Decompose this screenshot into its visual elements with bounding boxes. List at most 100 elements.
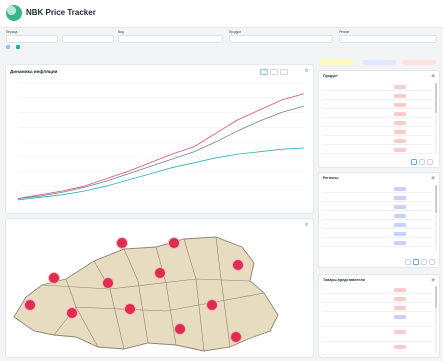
list-item-tag [394,121,406,125]
filter-region[interactable]: Регион [339,30,437,43]
line-chart [17,82,305,202]
side-panel-title: Товары-представители [323,278,365,282]
page-button[interactable] [427,159,433,165]
list-item[interactable] [322,286,433,294]
list-item-tag [394,187,406,191]
list-item-tag [394,94,406,98]
list-item[interactable] [322,203,433,211]
app-title: NBK Price Tracker [26,8,96,17]
list-item-tag [394,130,406,134]
list-item-tag [394,148,406,152]
list-item[interactable] [322,146,433,154]
eye-icon[interactable]: ◉ [431,73,435,79]
list-item-tag [394,330,406,334]
scrollbar[interactable] [435,83,437,155]
side-panel-products: Продукт ◉ [318,70,440,168]
filter-period[interactable]: Период [6,30,58,43]
region-marker[interactable] [48,272,60,284]
filter-tag[interactable] [362,60,396,65]
app-logo [6,5,22,21]
page-button[interactable] [421,259,427,265]
region-marker[interactable] [116,237,128,249]
list-item-tag [394,103,406,107]
list-item-tag [394,306,406,310]
list-item[interactable] [322,185,433,193]
pagination [405,259,435,265]
list-item[interactable] [322,119,433,127]
list-item-tag [394,139,406,143]
legend-chip[interactable] [6,44,12,50]
list-item[interactable] [322,304,433,312]
list-item[interactable] [322,328,433,342]
list-item[interactable] [322,92,433,100]
list-item[interactable] [322,101,433,109]
list-item-tag [394,223,406,227]
filter-value[interactable] [6,35,58,43]
region-marker[interactable] [174,323,186,335]
series-line [17,147,305,201]
list-item-tag [394,297,406,301]
list-item[interactable] [322,230,433,238]
list-item-tag [394,241,406,245]
list-item[interactable] [322,313,433,327]
list-item-tag [394,214,406,218]
list-item-tag [394,196,406,200]
region-marker[interactable] [102,277,114,289]
map-panel: ⚙ [5,218,314,358]
page-button[interactable] [413,259,419,265]
filter-value[interactable] [229,35,333,43]
region-marker[interactable] [230,331,242,343]
list-item[interactable] [322,221,433,229]
page-button[interactable] [405,259,411,265]
region-map [13,236,279,352]
list-item[interactable] [322,295,433,303]
list-item-tag [394,112,406,116]
filter-tag[interactable] [402,60,436,65]
region-marker[interactable] [168,237,180,249]
region-marker[interactable] [66,307,78,319]
page-button[interactable] [429,259,435,265]
list-item-tag [394,232,406,236]
page-button[interactable] [411,159,417,165]
legend-swatch [15,45,20,49]
list-item-tag [394,288,406,292]
scrollbar[interactable] [435,286,437,354]
side-panel-regions: Регионы ◉ [318,172,440,268]
scrollbar-thumb[interactable] [435,286,437,308]
filter-value[interactable] [62,35,114,43]
legend-chip[interactable] [15,44,22,50]
region-marker[interactable] [232,259,244,271]
filter-value[interactable] [118,35,223,43]
list-item[interactable] [322,343,433,355]
side-panel-title: Продукт [323,74,338,78]
filters-bar: Период Вид Продукт Регион [0,28,443,50]
scrollbar-thumb[interactable] [435,185,437,213]
filter-product[interactable]: Продукт [229,30,333,43]
filter-value[interactable] [339,35,437,43]
list-item[interactable] [322,212,433,220]
eye-icon[interactable]: ◉ [431,277,435,283]
scrollbar-thumb[interactable] [435,83,437,113]
list-item[interactable] [322,110,433,118]
filter-tag[interactable] [320,60,354,65]
region-marker[interactable] [24,299,36,311]
side-panel-title: Регионы [323,176,339,180]
top-bar: NBK Price Tracker [0,0,443,28]
region-marker[interactable] [154,267,166,279]
page-button[interactable] [419,159,425,165]
list-item-tag [394,85,406,89]
list-item[interactable] [322,239,433,247]
scrollbar[interactable] [435,185,437,251]
list-item[interactable] [322,137,433,145]
region-marker[interactable] [124,303,136,315]
list-item[interactable] [322,83,433,91]
filter-period-end[interactable] [62,30,114,43]
list-item-tag [394,345,406,349]
legend-swatch [6,45,10,49]
list-item[interactable] [322,128,433,136]
chart-panel: Динамика инфляции ⚙ [5,64,314,214]
list-item[interactable] [322,194,433,202]
region-marker[interactable] [206,299,218,311]
filter-type[interactable]: Вид [118,30,223,43]
eye-icon[interactable]: ◉ [431,175,435,181]
